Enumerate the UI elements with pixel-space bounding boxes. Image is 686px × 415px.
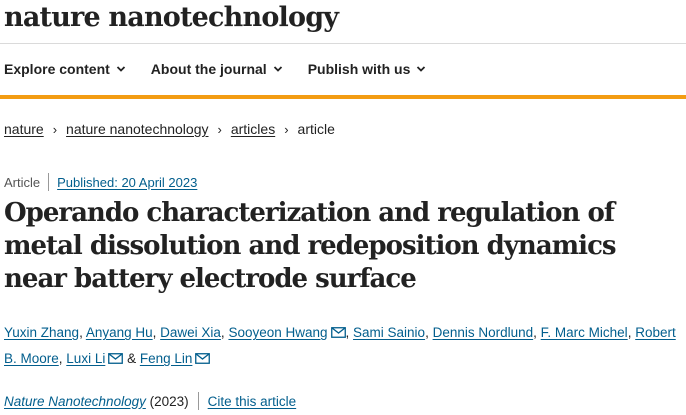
journal-brand-logo[interactable]: nature nanotechnology	[4, 2, 339, 33]
author-link[interactable]: F. Marc Michel	[541, 325, 628, 340]
chevron-right-icon: ›	[52, 121, 58, 137]
meta-divider	[48, 173, 50, 191]
citation-line: Nature Nanotechnology (2023) Cite this a…	[4, 392, 296, 410]
breadcrumb-current: article	[297, 121, 335, 137]
breadcrumb: nature › nature nanotechnology › article…	[4, 121, 335, 137]
published-date-link[interactable]: Published: 20 April 2023	[57, 175, 197, 190]
author-separator: ,	[79, 325, 86, 340]
nav-about-the-journal[interactable]: About the journal	[151, 61, 283, 77]
breadcrumb-nature[interactable]: nature	[4, 121, 44, 137]
author-separator: ,	[345, 325, 354, 340]
author-separator: ,	[425, 325, 433, 340]
author-link[interactable]: Anyang Hu	[86, 325, 153, 340]
header-divider	[0, 43, 686, 44]
chevron-right-icon: ›	[284, 121, 289, 137]
mail-icon[interactable]	[330, 327, 346, 338]
nav-publish-with-us-label: Publish with us	[307, 61, 411, 77]
nav-explore-content[interactable]: Explore content	[4, 61, 126, 77]
mail-icon[interactable]	[195, 353, 211, 364]
author-link[interactable]: Feng Lin	[140, 351, 193, 366]
breadcrumb-nature-nanotechnology[interactable]: nature nanotechnology	[66, 121, 208, 137]
breadcrumb-articles[interactable]: articles	[231, 121, 275, 137]
nav-accent-bar	[0, 95, 686, 99]
author-separator: &	[123, 351, 140, 366]
citation-divider	[197, 392, 199, 410]
author-link[interactable]: Sami Sainio	[353, 325, 425, 340]
author-link[interactable]: Luxi Li	[66, 351, 105, 366]
author-link[interactable]: Sooyeon Hwang	[228, 325, 327, 340]
chevron-down-icon	[417, 66, 426, 72]
publication-year-text: (2023)	[149, 393, 189, 409]
nav-explore-content-label: Explore content	[4, 61, 110, 77]
author-separator: ,	[533, 325, 541, 340]
author-list: Yuxin Zhang, Anyang Hu, Dawei Xia, Sooye…	[4, 320, 686, 372]
chevron-right-icon: ›	[217, 121, 222, 137]
main-nav: Explore content About the journal Publis…	[4, 61, 451, 77]
journal-link[interactable]: Nature Nanotechnology	[4, 394, 146, 409]
author-separator: ,	[152, 325, 161, 340]
publication-year: (2023)	[146, 394, 189, 409]
mail-icon[interactable]	[108, 353, 124, 364]
nav-publish-with-us[interactable]: Publish with us	[308, 61, 427, 77]
chevron-down-icon	[116, 66, 125, 72]
article-title: Operando characterization and regulation…	[4, 198, 617, 294]
cite-this-article-link[interactable]: Cite this article	[208, 394, 297, 409]
chevron-down-icon	[273, 66, 282, 72]
author-link[interactable]: Dennis Nordlund	[433, 325, 534, 340]
author-link[interactable]: Yuxin Zhang	[4, 325, 79, 340]
nav-about-the-journal-label: About the journal	[150, 61, 267, 77]
article-type: Article	[4, 174, 41, 190]
author-link[interactable]: Dawei Xia	[160, 325, 221, 340]
article-meta: Article Published: 20 April 2023	[4, 173, 197, 191]
